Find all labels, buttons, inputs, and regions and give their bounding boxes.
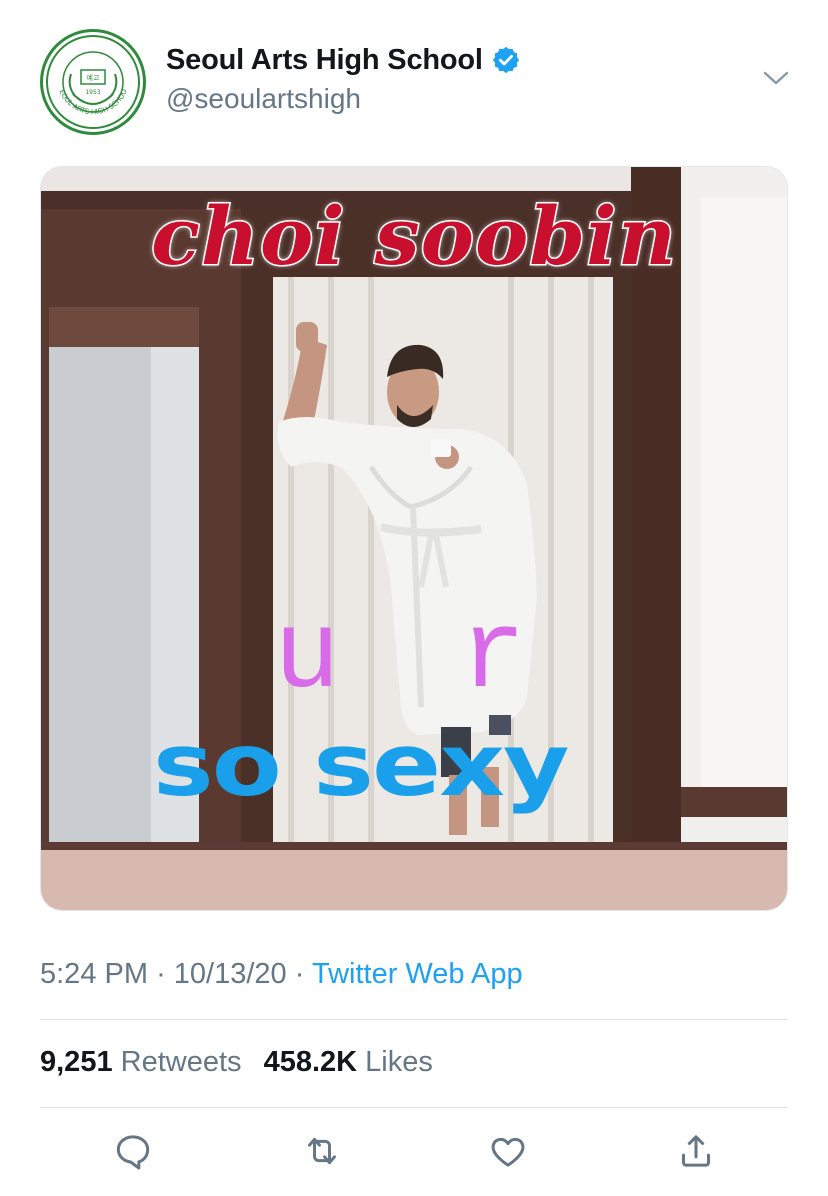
likes-label: Likes <box>365 1046 433 1078</box>
divider <box>40 1019 788 1020</box>
retweet-icon[interactable] <box>302 1131 342 1171</box>
retweets-stat[interactable]: 9,251 Retweets <box>40 1046 242 1078</box>
meta-separator: · <box>156 958 166 990</box>
avatar[interactable]: 예고 1953 SEOUL ARTS HIGH SCHOOL <box>40 29 146 135</box>
author-name-row[interactable]: Seoul Arts High School <box>166 42 521 78</box>
display-name[interactable]: Seoul Arts High School <box>166 44 483 77</box>
caption-bottom: so sexy <box>153 715 569 817</box>
svg-text:예고: 예고 <box>87 73 100 82</box>
likes-count: 458.2K <box>263 1046 358 1078</box>
verified-badge-icon <box>492 46 519 74</box>
tweet-time[interactable]: 5:24 PM <box>40 958 148 990</box>
share-icon[interactable] <box>676 1131 716 1171</box>
reply-icon[interactable] <box>113 1131 153 1171</box>
handle[interactable]: @seoulartshigh <box>166 83 361 115</box>
likes-stat[interactable]: 458.2K Likes <box>264 1046 433 1078</box>
divider <box>40 1107 788 1108</box>
meta-separator: · <box>294 958 305 990</box>
tweet-meta: 5:24 PM · 10/13/20 · Twitter Web App <box>40 958 523 991</box>
tweet-date[interactable]: 10/13/20 <box>174 958 287 990</box>
caption-top: choi soobin <box>150 188 678 285</box>
heart-icon[interactable] <box>488 1131 528 1171</box>
tweet-image[interactable]: choi soobin ur so sexy <box>40 166 788 911</box>
school-seal-icon: 예고 1953 SEOUL ARTS HIGH SCHOOL <box>43 32 140 129</box>
caption-middle: ur <box>274 595 647 720</box>
tweet-stats: 9,251 Retweets 458.2K Likes <box>40 1046 447 1079</box>
tweet-source-link[interactable]: Twitter Web App <box>312 958 523 990</box>
retweets-label: Retweets <box>120 1046 242 1078</box>
retweets-count: 9,251 <box>40 1046 113 1078</box>
chevron-down-icon[interactable] <box>760 64 792 92</box>
svg-text:1953: 1953 <box>85 89 100 96</box>
